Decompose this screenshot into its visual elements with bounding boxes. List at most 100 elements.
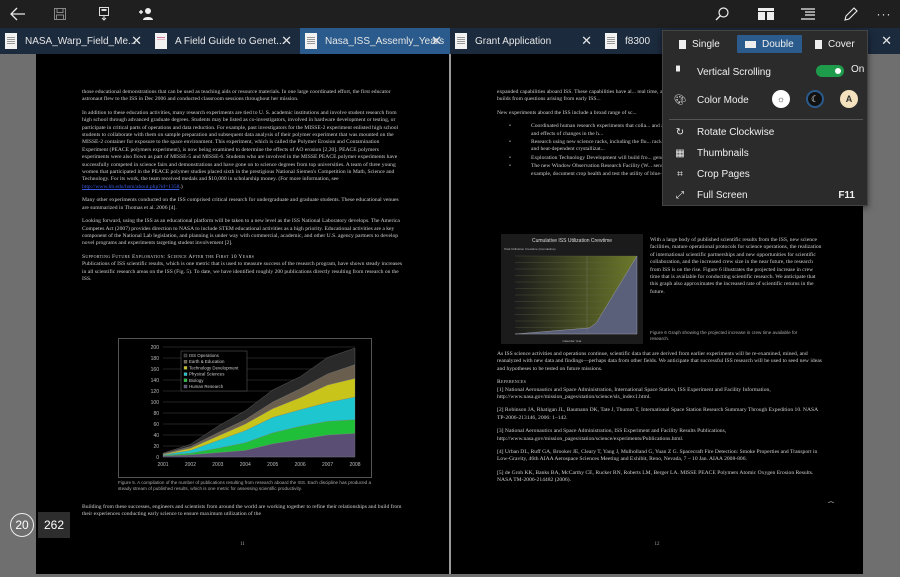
menu-item-full-screen[interactable]: ⤢ Full Screen F11 xyxy=(663,184,869,206)
vertical-scrolling-label: Vertical Scrolling xyxy=(697,66,771,78)
y-tick-label: 60 xyxy=(153,422,159,428)
y-tick-label: 20 xyxy=(153,444,159,450)
cover-page-icon xyxy=(815,39,822,49)
layout-cover-button[interactable]: Cover xyxy=(807,35,863,53)
reference-item: [1] National Aeronautics and Space Admin… xyxy=(497,386,771,401)
save-button[interactable] xyxy=(42,0,78,28)
color-mode-light-button[interactable]: ☼ xyxy=(772,90,790,108)
document-thumbnail-icon xyxy=(605,33,617,49)
legend-label: Technology Development xyxy=(189,365,239,370)
total-pages: 262 xyxy=(38,512,71,538)
toggle-knob xyxy=(835,68,841,74)
two-page-layout-icon xyxy=(758,8,774,20)
close-tab-icon[interactable]: ✕ xyxy=(431,33,442,49)
reference-link[interactable]: http://www.hb.edu/hsm/about.php?id=1358 xyxy=(82,184,179,190)
page-11-body: those educational demonstrations that ca… xyxy=(82,89,402,289)
menu-item-label: Thumbnails xyxy=(697,147,749,159)
save-icon xyxy=(54,8,66,20)
figure-5-chart: 0 20 40 60 80 100 120 140 160 180 200 2001 2002 2003 2… xyxy=(118,338,372,478)
layout-mode-label: Cover xyxy=(828,38,855,50)
more-options-button[interactable]: ··· xyxy=(866,0,900,28)
menu-item-thumbnails[interactable]: ▦ Thumbnails xyxy=(663,142,869,164)
y-tick-label: 180 xyxy=(151,356,160,362)
close-tab-icon[interactable]: ✕ xyxy=(881,33,892,49)
paragraph: those educational demonstrations that ca… xyxy=(82,89,391,103)
paragraph: Building from these successes, engineers… xyxy=(82,504,402,518)
tab-label: f8300 xyxy=(625,35,651,47)
legend-swatch xyxy=(183,384,188,389)
paragraph: Looking forward, using the ISS as an edu… xyxy=(82,218,400,247)
share-button[interactable] xyxy=(128,0,164,28)
close-tab-icon[interactable]: ✕ xyxy=(281,33,292,49)
annotation-mark-icon: ⌒ xyxy=(828,500,838,509)
paragraph-text: .) xyxy=(179,183,183,190)
reference-item: [3] National Aeronautics and Space Admin… xyxy=(497,428,727,442)
annotate-button[interactable] xyxy=(833,0,869,28)
tab-grant-application[interactable]: Grant Application ✕ xyxy=(450,28,600,54)
y-tick-label: 0 xyxy=(156,455,159,461)
color-mode-label: Color Mode xyxy=(697,94,749,106)
tab-nasa-warp-field[interactable]: NASA_Warp_Field_Me... ✕ xyxy=(0,28,150,54)
palette-icon: 🎨︎ xyxy=(673,94,687,106)
color-mode-dark-button[interactable]: ☾ xyxy=(806,90,824,108)
reference-item: [4] Urban DL, Ruff GA, Brooker JE, Clear… xyxy=(497,449,818,463)
paragraph: As ISS science activities and operations… xyxy=(497,351,822,372)
x-tick-label: 2001 xyxy=(157,462,168,468)
double-page-icon xyxy=(745,40,756,48)
arrow-left-icon xyxy=(10,7,26,21)
color-mode-sepia-button[interactable]: A xyxy=(840,90,858,108)
tab-label: Grant Application xyxy=(475,35,552,47)
page-layout-button[interactable] xyxy=(748,0,784,28)
top-toolbar: ··· xyxy=(0,0,900,28)
section-heading: Supporting Future Exploration: Science A… xyxy=(82,253,255,260)
x-tick-label: 2008 xyxy=(349,462,360,468)
figure-5-caption: Figure 5. A compilation of the number of… xyxy=(118,480,372,491)
moon-icon: ☾ xyxy=(810,93,820,104)
paragraph: In addition to these education activitie… xyxy=(82,110,402,191)
x-tick-label: 2003 xyxy=(212,462,223,468)
legend-label: Biology xyxy=(189,378,204,383)
tab-nasa-iss-assembly-years[interactable]: Nasa_ISS_Assemly_Years ✕ xyxy=(300,28,450,54)
paragraph: With a large body of published scientifi… xyxy=(650,237,822,295)
tab-label: A Field Guide to Genet... xyxy=(175,35,285,47)
y-tick-label: 160 xyxy=(151,367,160,373)
legend-swatch xyxy=(183,353,188,358)
tab-field-guide-genetics[interactable]: A Field Guide to Genet... ✕ xyxy=(150,28,300,54)
pen-icon xyxy=(844,7,858,21)
y-tick-label: 120 xyxy=(151,389,160,395)
vertical-scrolling-toggle[interactable] xyxy=(816,65,844,77)
legend-label: ISS Operations xyxy=(189,353,220,358)
x-tick-label: 2005 xyxy=(267,462,278,468)
sun-icon: ☼ xyxy=(776,94,786,104)
y-tick-label: 100 xyxy=(151,400,160,406)
legend-swatch xyxy=(183,378,188,382)
full-screen-icon: ⤢ xyxy=(676,189,684,201)
paragraph: Many other experiments conducted on the … xyxy=(82,197,399,211)
table-of-contents-button[interactable] xyxy=(790,0,826,28)
legend-label: Physical Sciences xyxy=(189,372,225,377)
menu-item-rotate-clockwise[interactable]: ↻ Rotate Clockwise xyxy=(663,121,869,143)
menu-item-crop-pages[interactable]: ⌗ Crop Pages xyxy=(663,163,869,185)
chart-title: Cumulative ISS Utilization Crewtime xyxy=(532,238,612,244)
tab-label: Nasa_ISS_Assemly_Years xyxy=(325,35,445,47)
layout-single-button[interactable]: Single xyxy=(671,35,728,53)
x-tick-label: 2007 xyxy=(322,462,333,468)
back-button[interactable] xyxy=(0,0,36,28)
search-button[interactable] xyxy=(704,0,740,28)
layout-double-button[interactable]: Double xyxy=(737,35,802,53)
save-as-button[interactable] xyxy=(86,0,122,28)
close-tab-icon[interactable]: ✕ xyxy=(581,33,592,49)
current-page-input[interactable]: 20 xyxy=(10,513,34,537)
page-layout-flyout: Single Double Cover ▘ Vertical Scrolling… xyxy=(662,30,868,206)
document-thumbnail-icon xyxy=(455,33,467,49)
x-tick-label: 2004 xyxy=(240,462,251,468)
reference-item: [2] Robinson JA, Rhatigan JL, Baumann DK… xyxy=(497,407,818,421)
x-tick-label: 2006 xyxy=(295,462,306,468)
legend-swatch xyxy=(183,366,188,370)
close-tab-icon[interactable]: ✕ xyxy=(131,33,142,49)
rotate-clockwise-icon: ↻ xyxy=(675,126,685,138)
publications-area-chart: 0 20 40 60 80 100 120 140 160 180 200 2001 2002 2003 2… xyxy=(151,345,361,468)
references-heading: References xyxy=(497,379,527,386)
legend-label: Human Research xyxy=(189,384,224,389)
keyboard-shortcut: F11 xyxy=(838,189,855,201)
